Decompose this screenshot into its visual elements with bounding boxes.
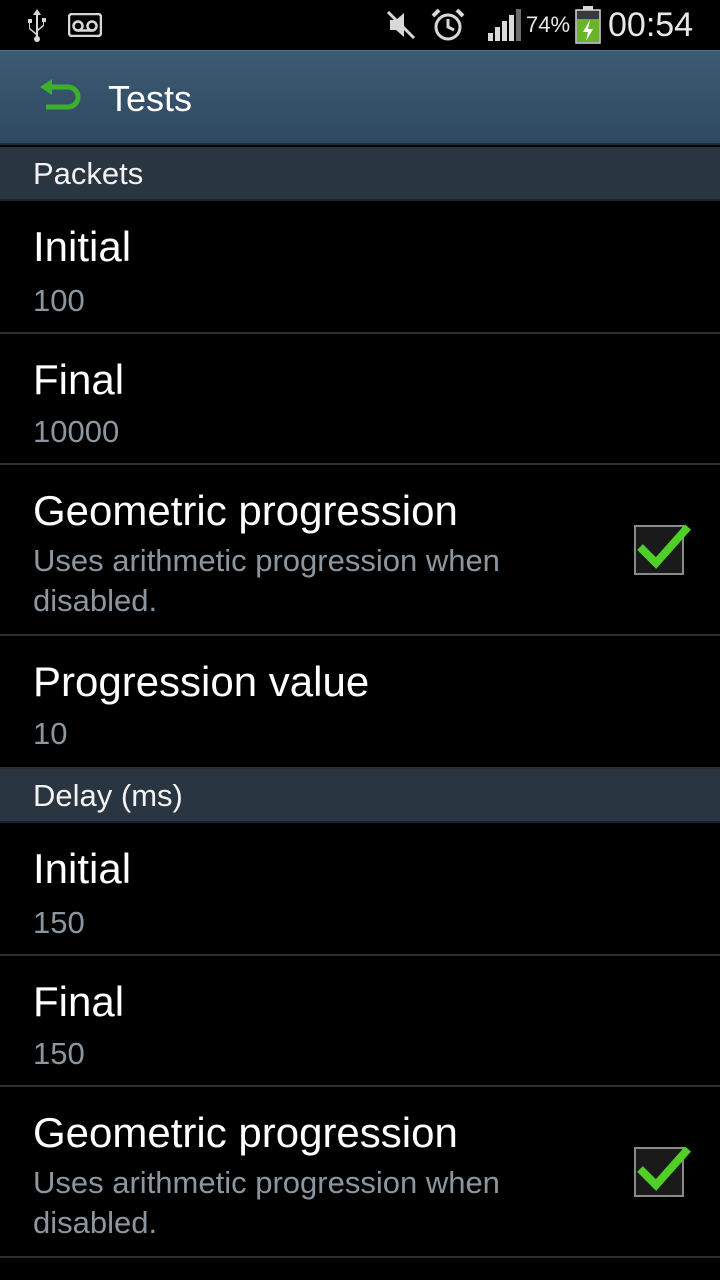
battery-percent: 74% (526, 12, 571, 37)
preference-title: Final (33, 978, 125, 1025)
page-title: Tests (108, 78, 193, 119)
preference-summary: Uses arithmetic progression when disable… (33, 543, 500, 618)
preference-title: Geometric progression (33, 487, 458, 534)
preference-packets-progression-value[interactable]: Progression value 10 (0, 636, 720, 769)
preference-summary: 150 (33, 1036, 85, 1071)
preference-summary: 150 (33, 905, 85, 940)
clock-time: 00:54 (608, 6, 694, 44)
preference-summary: 100 (33, 283, 85, 318)
preference-title: Initial (33, 845, 132, 892)
preference-packets-initial[interactable]: Initial 100 (0, 201, 720, 334)
section-header-delay: Delay (ms) (0, 769, 720, 823)
action-bar: Tests (0, 50, 720, 145)
battery-charging-icon (575, 0, 601, 50)
preference-delay-initial[interactable]: Initial 150 (0, 823, 720, 956)
checkmark-icon (637, 1146, 691, 1191)
preference-summary: 10000 (33, 414, 120, 449)
signal-icon (486, 0, 522, 50)
preference-title: Geometric progression (33, 1109, 458, 1156)
voicemail-icon (68, 0, 102, 50)
status-bar: 74% 00:54 (0, 0, 720, 50)
section-header-packets: Packets (0, 147, 720, 201)
preference-summary: 10 (33, 716, 68, 751)
preference-title: Initial (33, 223, 132, 270)
preference-title: Final (33, 356, 125, 403)
mute-icon (384, 0, 418, 50)
checkmark-icon (637, 524, 691, 569)
preference-delay-geometric-progression[interactable]: Geometric progression Uses arithmetic pr… (0, 1087, 720, 1258)
preference-delay-final[interactable]: Final 150 (0, 956, 720, 1087)
preference-packets-geometric-progression[interactable]: Geometric progression Uses arithmetic pr… (0, 465, 720, 636)
geometric-progression-checkbox[interactable] (634, 524, 691, 575)
usb-icon (24, 0, 50, 50)
preference-title: Progression value (33, 658, 370, 705)
back-arrow-icon[interactable] (38, 79, 82, 119)
section-header-label: Packets (33, 156, 144, 191)
geometric-progression-checkbox[interactable] (634, 1146, 691, 1197)
preference-packets-final[interactable]: Final 10000 (0, 334, 720, 465)
alarm-icon (430, 0, 466, 50)
section-header-label: Delay (ms) (33, 778, 183, 813)
preference-summary: Uses arithmetic progression when disable… (33, 1165, 500, 1240)
